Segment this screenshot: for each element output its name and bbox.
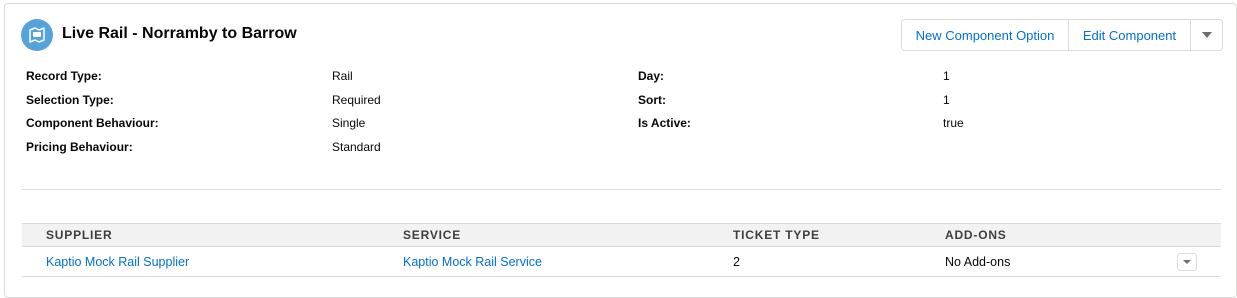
add-ons-cell: No Add-ons [945,255,1011,269]
row-actions-button[interactable] [1177,253,1197,271]
section-divider [22,189,1221,190]
is-active-value: true [943,116,964,130]
record-type-value: Rail [332,69,353,83]
sort-label: Sort: [638,93,666,107]
column-header-add-ons[interactable]: ADD-ONS [945,228,1007,242]
new-component-option-button[interactable]: New Component Option [902,20,1068,50]
page-title: Live Rail - Norramby to Barrow [62,25,297,42]
day-label: Day: [638,69,665,83]
table-header: SUPPLIER SERVICE TICKET TYPE ADD-ONS [22,223,1221,247]
column-header-ticket-type[interactable]: TICKET TYPE [733,228,820,242]
chevron-down-icon [1201,32,1212,38]
sort-value: 1 [943,93,950,107]
rail-icon [21,19,53,51]
column-header-service[interactable]: SERVICE [403,228,461,242]
service-link[interactable]: Kaptio Mock Rail Service [403,255,542,269]
edit-component-button[interactable]: Edit Component [1068,20,1190,50]
more-actions-button[interactable] [1190,20,1222,50]
pricing-behaviour-value: Standard [332,140,381,154]
ticket-type-cell: 2 [733,255,740,269]
table-row: Kaptio Mock Rail Supplier Kaptio Mock Ra… [22,247,1221,277]
component-behaviour-label: Component Behaviour: [26,116,159,130]
component-options-table: SUPPLIER SERVICE TICKET TYPE ADD-ONS Kap… [22,223,1221,277]
selection-type-label: Selection Type: [26,93,114,107]
is-active-label: Is Active: [638,116,691,130]
pricing-behaviour-label: Pricing Behaviour: [26,140,133,154]
chevron-down-icon [1183,260,1191,264]
day-value: 1 [943,69,950,83]
supplier-link[interactable]: Kaptio Mock Rail Supplier [46,255,189,269]
record-type-label: Record Type: [26,69,102,83]
column-header-supplier[interactable]: SUPPLIER [46,228,112,242]
selection-type-value: Required [332,93,381,107]
action-button-group: New Component Option Edit Component [901,19,1223,51]
component-behaviour-value: Single [332,116,366,130]
